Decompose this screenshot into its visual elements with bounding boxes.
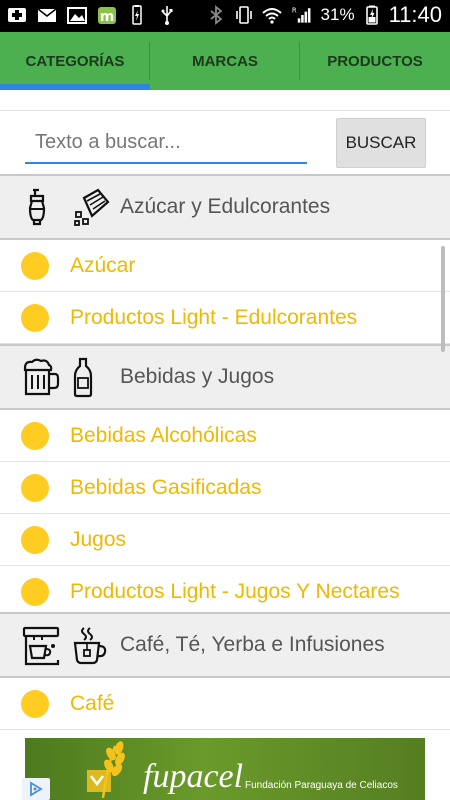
list-item[interactable]: Jugos [0,514,450,566]
battery-icon [361,4,383,26]
beer-mug-icon [20,356,62,403]
tab-label: MARCAS [192,52,258,70]
signal-icon: R [289,4,315,26]
category-list[interactable]: Azúcar y Edulcorantes Azúcar Productos L… [0,174,450,730]
adchoices-icon[interactable] [22,778,50,800]
list-item[interactable]: Productos Light - Jugos Y Nectares [0,566,450,618]
ad-brand-text: fupacel [143,758,244,795]
mail-icon [36,4,58,26]
category-header-azucar[interactable]: Azúcar y Edulcorantes [0,174,450,240]
category-label: Bebidas y Jugos [120,365,275,388]
tab-productos[interactable]: PRODUCTOS [300,32,450,90]
vibrate-icon [233,4,255,26]
clock: 11:40 [388,2,442,27]
tab-bar: CATEGORÍAS MARCAS PRODUCTOS [0,32,450,90]
list-item-label: Café [70,692,115,715]
battery-percent: 31% [320,5,355,24]
list-item-label: Bebidas Alcohólicas [70,424,257,447]
sugar-shaker-icon [20,186,62,233]
bullet-dot-icon [21,422,49,450]
status-bar: m R 31% 11:40 [0,0,450,32]
battery-charging-icon [126,4,148,26]
bullet-dot-icon [21,304,49,332]
list-item[interactable]: Café [0,678,450,730]
tab-categorias[interactable]: CATEGORÍAS [0,32,150,90]
bullet-dot-icon [21,526,49,554]
list-item-label: Productos Light - Jugos Y Nectares [70,580,400,603]
category-label: Café, Té, Yerba e Infusiones [120,633,385,656]
hospital-plus-icon [6,4,28,26]
ad-banner[interactable]: fupacel Fundación Paraguaya de Celiacos [25,738,425,800]
category-header-cafe[interactable]: Café, Té, Yerba e Infusiones [0,612,450,678]
bottle-icon [70,356,96,403]
svg-text:m: m [100,9,115,25]
category-header-bebidas[interactable]: Bebidas y Jugos [0,344,450,410]
bullet-dot-icon [21,252,49,280]
svg-text:R: R [291,6,296,14]
bullet-dot-icon [21,578,49,606]
search-button[interactable]: BUSCAR [336,118,426,168]
list-item[interactable]: Bebidas Alcohólicas [0,410,450,462]
usb-icon [156,4,178,26]
list-scrollbar[interactable] [441,246,445,352]
tab-label: PRODUCTOS [327,52,423,70]
ad-tagline: Fundación Paraguaya de Celiacos [245,780,398,791]
sugar-bag-icon [70,186,112,233]
list-item-label: Azúcar [70,254,136,277]
wifi-icon [261,4,283,26]
list-item-label: Productos Light - Edulcorantes [70,306,358,329]
list-item-label: Jugos [70,528,127,551]
list-item[interactable]: Bebidas Gasificadas [0,462,450,514]
bluetooth-icon [205,4,227,26]
bullet-dot-icon [21,474,49,502]
image-icon [66,4,88,26]
list-item[interactable]: Productos Light - Edulcorantes [0,292,450,344]
market-icon: m [96,4,118,26]
tab-marcas[interactable]: MARCAS [150,32,300,90]
tab-label: CATEGORÍAS [25,52,125,70]
divider [0,110,450,111]
list-item[interactable]: Azúcar [0,240,450,292]
tea-cup-icon [70,624,112,671]
bullet-dot-icon [21,690,49,718]
wheat-icon [85,738,145,800]
category-label: Azúcar y Edulcorantes [120,195,331,218]
search-input[interactable] [25,122,307,164]
list-item-label: Bebidas Gasificadas [70,476,262,499]
coffee-machine-icon [20,624,62,671]
